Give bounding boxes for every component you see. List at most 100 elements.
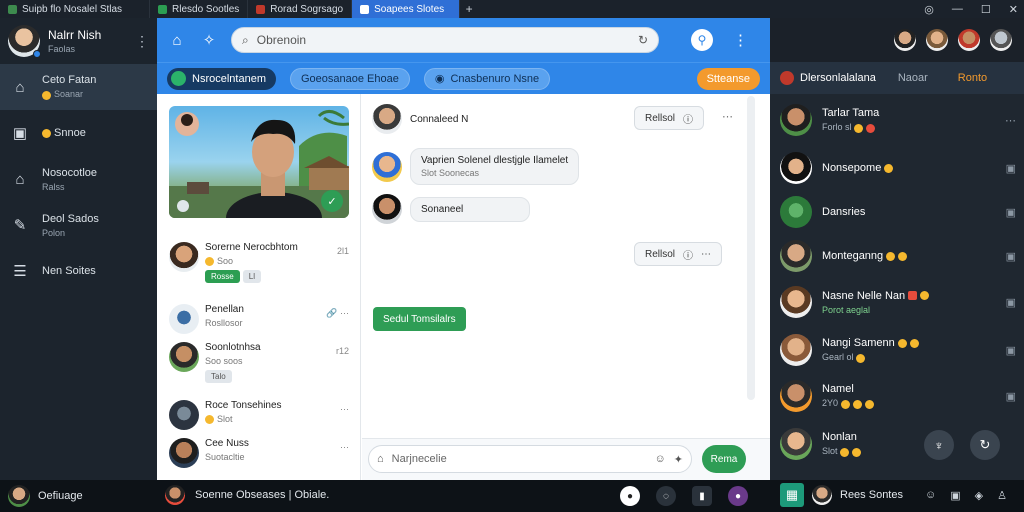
close-icon[interactable]: ✕ — [1009, 3, 1018, 16]
profile[interactable]: Nalrr Nish Faolas ⋮ — [0, 18, 157, 64]
bottom-taskbar: Oefiuage Soenne Obseases | Obiale. ● ◌ ▮… — [0, 480, 1024, 512]
avatar-icon[interactable]: ● — [728, 486, 748, 506]
avatar[interactable] — [926, 29, 948, 51]
person-icon[interactable]: ♙ — [997, 489, 1007, 502]
bottom-profile[interactable]: Oefiuage — [8, 485, 83, 507]
add-contact-icon[interactable]: ⚲ — [691, 29, 713, 51]
panel-tab-active[interactable]: Ronto — [958, 72, 987, 84]
avatar — [780, 428, 812, 460]
account-icon[interactable]: ◎ — [924, 3, 934, 16]
contact-status: 2Y0 — [822, 398, 839, 409]
emoji-icon — [856, 353, 866, 363]
minimize-icon[interactable]: — — [952, 3, 963, 15]
list-item[interactable]: Sorerne Nerocbhtom Soo Rosse Ll 2l1 — [169, 242, 349, 284]
attach-image-icon[interactable]: ⌂ — [377, 453, 384, 465]
chat-scrollbar[interactable] — [747, 96, 755, 400]
grid-icon[interactable]: ▦ — [780, 483, 804, 507]
sidebar-item-4[interactable]: ✎ Deol Sados Polon — [0, 202, 157, 248]
sparkle-icon[interactable]: ✦ — [674, 453, 683, 466]
rotate-button[interactable]: ↻ — [970, 430, 1000, 460]
camera-icon[interactable]: ▣ — [1006, 162, 1016, 175]
message-row: Vaprien Solenel dlestjgle Ilamelet Slot … — [372, 148, 580, 185]
video-preview[interactable]: ✓ — [169, 106, 349, 218]
search-input[interactable] — [256, 33, 630, 47]
sidebar-item-3[interactable]: ⌂ Nosocotloe Ralss — [0, 156, 157, 202]
channel-chip-active[interactable]: Nsrocelntanem — [167, 67, 276, 90]
reaction-pill[interactable]: Rellsol ⓘ ⋯ — [634, 242, 723, 266]
avatar[interactable] — [958, 29, 980, 51]
refresh-icon[interactable]: ↻ — [638, 33, 648, 47]
camera-icon[interactable]: ● — [620, 486, 640, 506]
more-icon[interactable]: ⋯ — [340, 404, 349, 415]
list-item[interactable]: Soonlotnhsa Soo soos Talo r12 — [169, 342, 349, 383]
list-item[interactable]: Cee Nuss Suotacltie ⋯ — [169, 438, 349, 468]
message-subtext: Slot Soonecas — [421, 168, 480, 178]
pin-icon[interactable]: ✧ — [199, 31, 219, 49]
emoji-icon — [864, 399, 874, 409]
more-options-icon[interactable]: ⋮ — [135, 33, 149, 50]
tab-label: Rlesdo Sootles — [172, 3, 240, 15]
maximize-icon[interactable]: ☐ — [981, 3, 991, 16]
image-icon[interactable]: ▣ — [950, 489, 960, 502]
channel-chip-2[interactable]: Goeosanaoe Ehoae — [289, 67, 410, 90]
camera-icon[interactable]: ▣ — [1006, 344, 1016, 357]
template-button[interactable]: Sedul Tomsilalrs — [373, 307, 466, 331]
contact-status: Porot aeglal — [822, 304, 871, 315]
message-input[interactable] — [391, 453, 647, 465]
contact-row[interactable]: Monteganng ▣ — [780, 240, 1016, 272]
contact-row[interactable]: Nonsepome ▣ — [780, 152, 1016, 184]
message-text: Vaprien Solenel dlestjgle Ilamelet — [421, 155, 569, 166]
conversation-preview: Slot — [217, 414, 233, 424]
camera-icon[interactable]: ▣ — [1006, 296, 1016, 309]
more-options-icon[interactable]: ⋮ — [733, 31, 748, 49]
more-icon[interactable]: ⋯ — [722, 110, 733, 123]
tab-3[interactable]: Rorad Sogrsago — [248, 0, 353, 18]
camera-icon[interactable]: ▣ — [1006, 250, 1016, 263]
new-tab-plus-icon[interactable]: + — [460, 2, 478, 16]
tab-4[interactable]: Soapees Slotes — [352, 0, 461, 18]
contact-row[interactable]: Dansries ▣ — [780, 196, 1016, 228]
channel-chip-3[interactable]: ◉ Cnasbenuro Nsne — [423, 67, 551, 90]
avatar[interactable] — [894, 29, 916, 51]
contact-row[interactable]: Nangi Samenn Gearl ol ▣ — [780, 334, 1016, 366]
channel-chip-label: Nsrocelntanem — [192, 72, 266, 85]
contact-row[interactable]: Tarlar Tama Forlo sl ⋯ — [780, 104, 1016, 136]
tab-1[interactable]: Suipb flo Nosalel Stlas — [0, 0, 150, 18]
avatar — [165, 485, 185, 505]
notification-icon[interactable]: ▮ — [692, 486, 712, 506]
camera-icon[interactable]: ▣ — [1006, 390, 1016, 403]
action-button[interactable]: Stteanse — [696, 67, 760, 90]
reaction-pill[interactable]: Rellsol ⓘ — [634, 106, 705, 130]
emoji-picker-icon[interactable]: ☺ — [655, 453, 666, 465]
panel-tab[interactable]: Naoar — [898, 72, 928, 84]
avatar[interactable] — [990, 29, 1012, 51]
attachment-icon[interactable]: 🔗 ⋯ — [326, 308, 349, 319]
list-item[interactable]: Penellan Rosllosor 🔗 ⋯ — [169, 304, 349, 334]
more-icon[interactable]: ⋯ — [1005, 114, 1016, 127]
microphone-button[interactable]: ♆ — [924, 430, 954, 460]
shield-icon[interactable]: ◈ — [975, 489, 983, 502]
contact-row[interactable]: Namel 2Y0 ▣ — [780, 380, 1016, 412]
sidebar-item-5[interactable]: ☰ Nen Soites — [0, 248, 157, 294]
tab-2[interactable]: Rlesdo Sootles — [150, 0, 249, 18]
emoji-icon — [897, 339, 907, 349]
conversation-name: Roce Tonsehines — [205, 400, 282, 411]
sidebar-item-label: Nen Soites — [42, 265, 96, 277]
tab-label: Soapees Slotes — [374, 3, 445, 15]
active-users — [770, 18, 1024, 62]
emoji-icon[interactable]: ☺ — [925, 489, 936, 502]
video-call-icon[interactable]: ✓ — [321, 190, 343, 212]
sidebar-item-sub: Polon — [42, 227, 66, 238]
contact-name: Nangi Samenn — [822, 337, 895, 350]
info-icon: ⓘ — [683, 250, 694, 262]
home-icon[interactable]: ⌂ — [167, 32, 187, 49]
contact-row[interactable]: Nasne Nelle Nan Porot aeglal ▣ — [780, 286, 1016, 318]
list-item[interactable]: Roce Tonsehines Slot ⋯ — [169, 400, 349, 430]
more-icon[interactable]: ⋯ — [340, 442, 349, 453]
sidebar-item-2[interactable]: ▣ Snnoe — [0, 110, 157, 156]
sidebar-item-1[interactable]: ⌂ Ceto Fatan Soanar — [0, 64, 157, 110]
camera-icon[interactable]: ▣ — [1006, 206, 1016, 219]
sidebar-item-label: Deol Sados — [42, 212, 99, 225]
send-button[interactable]: Rema — [702, 445, 746, 473]
refresh-icon[interactable]: ◌ — [656, 486, 676, 506]
